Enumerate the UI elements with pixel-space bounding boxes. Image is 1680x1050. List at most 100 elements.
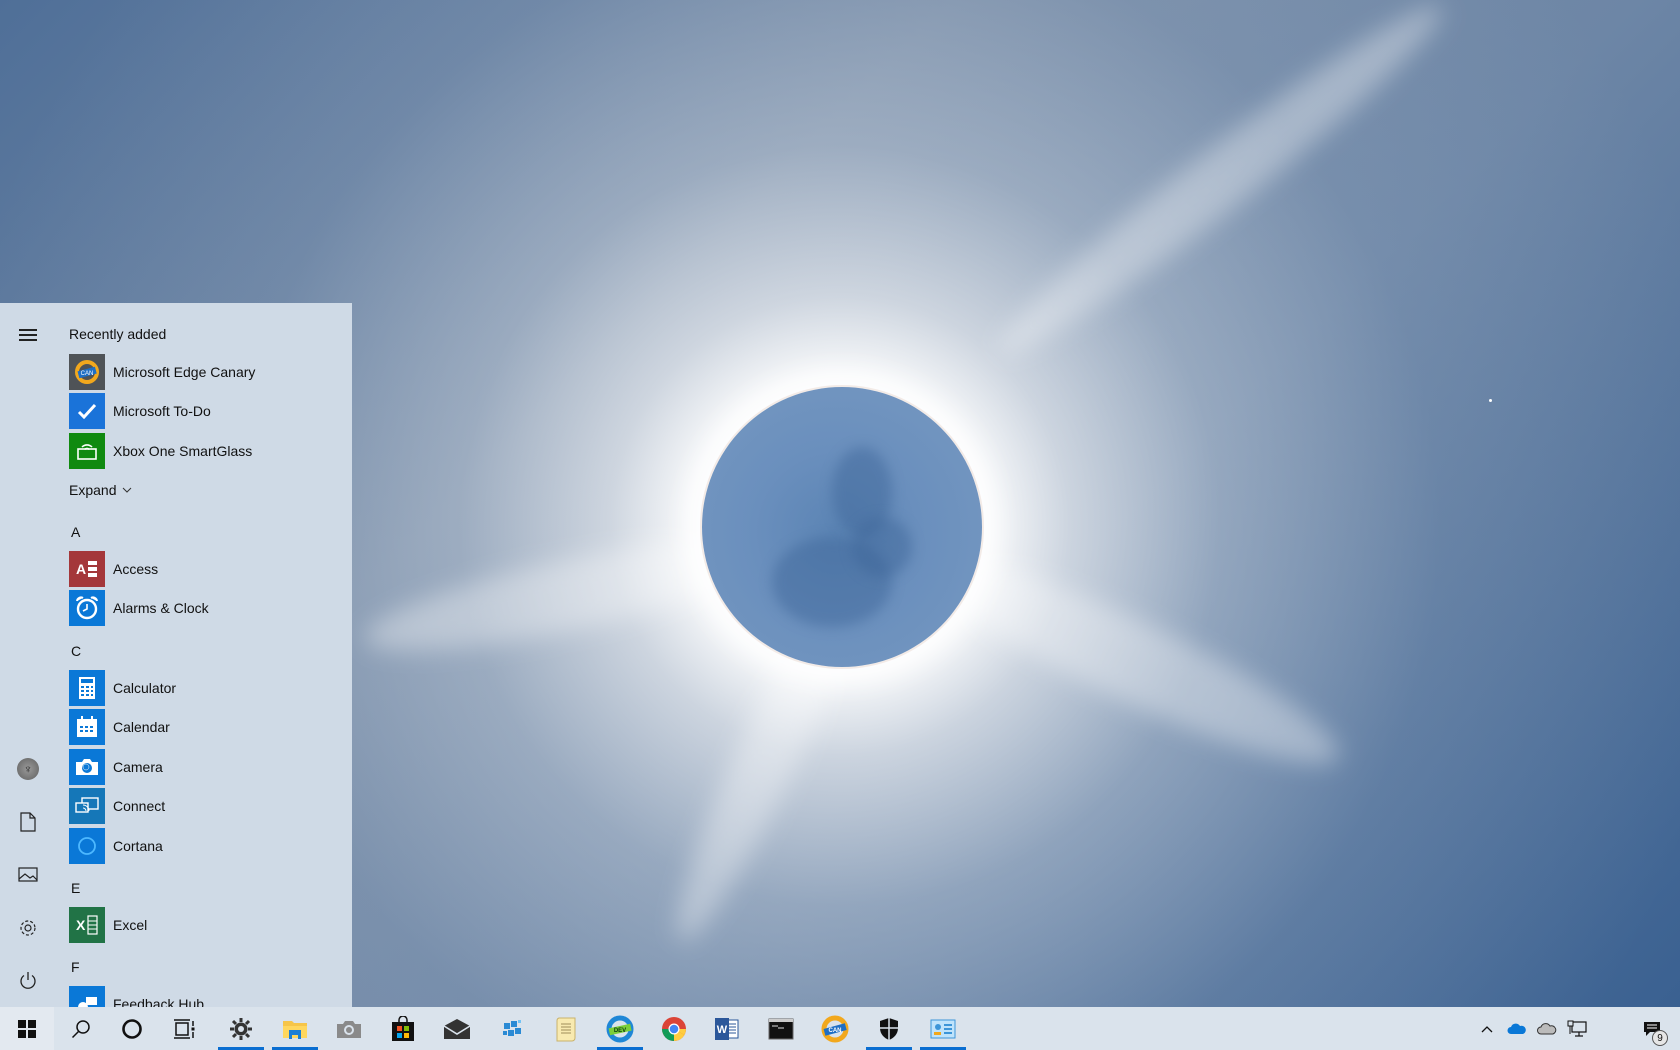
camera-icon xyxy=(69,749,105,785)
app-label: Xbox One SmartGlass xyxy=(113,443,253,459)
taskbar-terminal[interactable] xyxy=(754,1007,808,1050)
gear-icon xyxy=(230,1017,252,1040)
app-label: Connect xyxy=(113,798,166,814)
app-item-calendar[interactable]: Calendar xyxy=(69,709,339,745)
svg-text:DEV: DEV xyxy=(614,1028,626,1034)
network-icon xyxy=(1567,1020,1587,1037)
documents-button[interactable] xyxy=(0,798,56,846)
taskbar-camera[interactable] xyxy=(322,1007,376,1050)
eclipse-moon xyxy=(702,387,982,667)
cortana-button[interactable] xyxy=(105,1007,159,1050)
taskbar-edge-canary[interactable]: CAN xyxy=(808,1007,862,1050)
search-icon xyxy=(71,1019,90,1038)
power-icon xyxy=(20,972,36,989)
app-item-cortana[interactable]: Cortana xyxy=(69,828,339,864)
todo-icon xyxy=(69,393,105,429)
mail-icon xyxy=(443,1018,471,1039)
start-menu-rail: ♆ xyxy=(0,303,56,1007)
settings-button[interactable] xyxy=(0,904,56,952)
scroll-icon xyxy=(556,1017,576,1041)
notification-count-badge: 9 xyxy=(1652,1030,1668,1046)
app-label: Camera xyxy=(113,759,163,775)
corona-streak xyxy=(980,0,1460,377)
network-button[interactable] xyxy=(1562,1007,1592,1050)
action-center-button[interactable]: 9 xyxy=(1630,1007,1674,1050)
app-label: Excel xyxy=(113,917,148,933)
taskbar-file-explorer[interactable] xyxy=(268,1007,322,1050)
app-item-excel[interactable]: X Excel xyxy=(69,907,339,943)
app-label: Alarms & Clock xyxy=(113,600,209,616)
chevron-up-icon xyxy=(1481,1025,1493,1032)
avatar-icon: ♆ xyxy=(17,758,39,780)
document-icon xyxy=(20,812,36,832)
xbox-smartglass-icon xyxy=(69,433,105,469)
shield-icon xyxy=(880,1017,898,1040)
svg-text:A: A xyxy=(76,561,86,577)
app-item-xbox-smartglass[interactable]: Xbox One SmartGlass xyxy=(69,433,339,469)
taskbar-word[interactable]: W xyxy=(700,1007,754,1050)
recently-added-heading: Recently added xyxy=(69,326,167,342)
app-label: Microsoft To-Do xyxy=(113,403,211,419)
show-hidden-icons-button[interactable] xyxy=(1472,1007,1502,1050)
store-icon xyxy=(392,1015,414,1041)
pictures-icon xyxy=(18,867,38,882)
app-item-calculator[interactable]: Calculator xyxy=(69,670,339,706)
calendar-icon xyxy=(69,709,105,745)
app-label: Access xyxy=(113,561,159,577)
user-account-button[interactable]: ♆ xyxy=(0,745,56,793)
star xyxy=(1489,399,1492,402)
app-item-access[interactable]: A Access xyxy=(69,551,339,587)
taskbar-settings[interactable] xyxy=(214,1007,268,1050)
taskbar-edge-dev[interactable]: DEV xyxy=(593,1007,647,1050)
onedrive-personal-button[interactable] xyxy=(1502,1007,1532,1050)
expand-button[interactable]: Expand xyxy=(69,482,132,498)
search-button[interactable] xyxy=(54,1007,108,1050)
taskbar-windows-security[interactable] xyxy=(862,1007,916,1050)
task-view-icon xyxy=(174,1018,195,1039)
calculator-icon xyxy=(69,670,105,706)
app-item-edge-canary[interactable]: CAN Microsoft Edge Canary xyxy=(69,354,339,390)
edge-canary-icon: CAN xyxy=(69,354,105,390)
taskbar-mail[interactable] xyxy=(430,1007,484,1050)
start-button[interactable] xyxy=(0,1007,54,1050)
section-letter-e[interactable]: E xyxy=(71,880,80,896)
app-list: Recently added CAN Microsoft Edge Canary… xyxy=(69,303,352,1007)
cloud-blue-icon xyxy=(1507,1023,1526,1034)
onedrive-business-button[interactable] xyxy=(1532,1007,1562,1050)
app-label: Calculator xyxy=(113,680,177,696)
section-letter-c[interactable]: C xyxy=(71,643,81,659)
section-letter-f[interactable]: F xyxy=(71,959,80,975)
taskbar-notepad-app[interactable] xyxy=(539,1007,593,1050)
app-item-camera[interactable]: Camera xyxy=(69,749,339,785)
app-item-todo[interactable]: Microsoft To-Do xyxy=(69,393,339,429)
taskbar: DEV W CAN 9 xyxy=(0,1007,1680,1050)
task-view-button[interactable] xyxy=(158,1007,212,1050)
app-item-connect[interactable]: Connect xyxy=(69,788,339,824)
app-item-feedback-hub[interactable]: Feedback Hub xyxy=(69,986,339,1007)
cubes-icon xyxy=(503,1019,521,1036)
edge-canary-icon: CAN xyxy=(821,1015,849,1042)
cloud-gray-icon xyxy=(1537,1022,1557,1034)
app-label: Cortana xyxy=(113,838,163,854)
power-button[interactable] xyxy=(0,957,56,1005)
folder-icon xyxy=(283,1020,307,1039)
expand-menu-button[interactable] xyxy=(0,311,56,359)
taskbar-chrome[interactable] xyxy=(647,1007,701,1050)
cortana-ring-icon xyxy=(122,1018,142,1039)
app-label: Calendar xyxy=(113,719,170,735)
pictures-button[interactable] xyxy=(0,851,56,899)
expand-label: Expand xyxy=(69,482,117,498)
cortana-icon xyxy=(69,828,105,864)
chevron-down-icon xyxy=(123,487,132,493)
taskbar-microsoft-store[interactable] xyxy=(376,1007,430,1050)
svg-text:X: X xyxy=(76,917,86,933)
chrome-icon xyxy=(662,1016,686,1041)
app-item-alarms-clock[interactable]: Alarms & Clock xyxy=(69,590,339,626)
windows-logo-icon xyxy=(18,1019,36,1038)
word-icon: W xyxy=(715,1017,739,1040)
app-label: Microsoft Edge Canary xyxy=(113,364,256,380)
start-menu: ♆ Recently added CAN Microsoft Edge Cana… xyxy=(0,303,352,1007)
taskbar-control-panel[interactable] xyxy=(916,1007,970,1050)
section-letter-a[interactable]: A xyxy=(71,524,80,540)
taskbar-azure-app[interactable] xyxy=(485,1007,539,1050)
